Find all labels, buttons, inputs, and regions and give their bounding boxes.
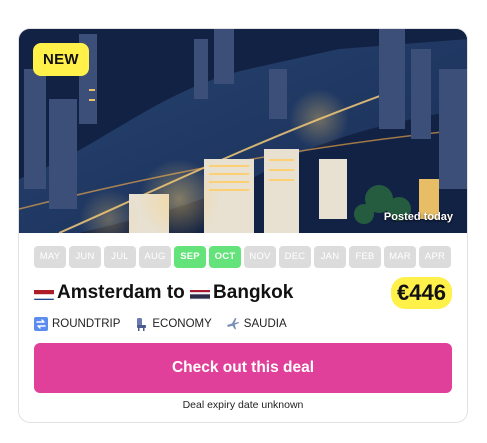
month-chip-aug: AUG xyxy=(139,246,171,268)
seat-icon xyxy=(137,318,147,331)
netherlands-flag-icon xyxy=(34,287,54,300)
month-chip-jun: JUN xyxy=(69,246,101,268)
month-chip-nov: NOV xyxy=(244,246,276,268)
thailand-flag-icon xyxy=(190,287,211,300)
month-chip-feb: FEB xyxy=(349,246,381,268)
travel-months: MAY JUN JUL AUG SEP OCT NOV DEC JAN FEB MAR APR xyxy=(19,246,467,268)
airline-label: SAUDIA xyxy=(243,318,287,330)
route-row: Amsterdam to Bangkok €446 xyxy=(19,277,467,309)
roundtrip-icon xyxy=(34,317,48,331)
route-title: Amsterdam to Bangkok xyxy=(34,282,293,304)
origin-city: Amsterdam xyxy=(57,282,162,303)
destination-photo[interactable]: NEW Posted today xyxy=(19,29,467,233)
month-chip-sep: SEP xyxy=(174,246,206,268)
price-label: €446 xyxy=(391,277,452,309)
expiry-note: Deal expiry date unknown xyxy=(182,399,304,411)
month-chip-jan: JAN xyxy=(314,246,346,268)
month-chip-jul: JUL xyxy=(104,246,136,268)
month-chip-dec: DEC xyxy=(279,246,311,268)
new-badge: NEW xyxy=(33,43,89,76)
cabin-class: ECONOMY xyxy=(134,317,212,331)
deal-meta: ROUNDTRIP ECONOMY SAUDIA xyxy=(19,317,467,331)
posted-label: Posted today xyxy=(383,211,453,223)
month-chip-mar: MAR xyxy=(384,246,416,268)
deal-card[interactable]: NEW Posted today MAY JUN JUL AUG SEP OCT NOV DE… xyxy=(18,28,468,423)
airline: SAUDIA xyxy=(226,317,287,331)
month-chip-oct: OCT xyxy=(209,246,241,268)
route-connector: to xyxy=(161,282,191,303)
destination-city: Bangkok xyxy=(213,282,294,303)
trip-type: ROUNDTRIP xyxy=(34,317,120,331)
trip-type-label: ROUNDTRIP xyxy=(52,318,121,330)
airplane-icon xyxy=(226,318,239,330)
month-chip-may: MAY xyxy=(34,246,66,268)
month-chip-apr: APR xyxy=(419,246,451,268)
check-out-deal-button[interactable]: Check out this deal xyxy=(34,343,452,393)
cabin-label: ECONOMY xyxy=(152,318,212,330)
